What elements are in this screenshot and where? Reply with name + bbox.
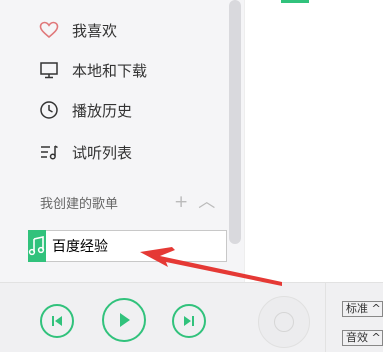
play-button[interactable] — [102, 298, 146, 342]
disc-center — [274, 312, 294, 332]
previous-track-button[interactable] — [40, 304, 74, 338]
next-track-button[interactable] — [172, 304, 206, 338]
created-playlists-title: 我创建的歌单 — [40, 197, 119, 212]
sidebar-item-trial-list[interactable]: 试听列表 — [38, 140, 132, 164]
music-app-window: 我喜欢 本地和下载 播放历史 试听列表 我创建的歌单 + ︿ 百度经验 标准 ^… — [0, 0, 383, 352]
next-icon — [184, 316, 194, 326]
player-bar: 标准 ^ 音效 ^ — [0, 282, 383, 352]
playlist-section-actions: + ︿ — [174, 192, 215, 212]
divider — [325, 283, 326, 352]
clock-icon — [38, 99, 60, 121]
main-content-area — [244, 0, 383, 282]
active-tab-indicator — [281, 0, 309, 3]
music-note-icon — [28, 230, 46, 262]
sidebar-item-label: 播放历史 — [72, 101, 133, 120]
sidebar-scrollbar[interactable] — [229, 0, 241, 244]
monitor-icon — [38, 59, 60, 81]
heart-icon — [38, 19, 60, 41]
new-playlist-row — [28, 230, 227, 262]
sidebar: 我喜欢 本地和下载 播放历史 试听列表 我创建的歌单 + ︿ — [0, 0, 244, 282]
play-icon — [120, 313, 130, 327]
sidebar-item-label: 本地和下载 — [72, 61, 148, 80]
sound-effect-button[interactable]: 音效 ^ — [342, 330, 383, 346]
sidebar-item-play-history[interactable]: 播放历史 — [38, 98, 132, 122]
playlist-icon — [38, 141, 60, 163]
sidebar-item-local-downloads[interactable]: 本地和下载 — [38, 58, 147, 82]
sidebar-item-label: 我喜欢 — [72, 21, 118, 40]
sound-quality-button[interactable]: 标准 ^ — [342, 301, 383, 317]
collapse-section-button[interactable]: ︿ — [198, 192, 215, 212]
previous-icon — [52, 316, 62, 326]
sidebar-item-label: 试听列表 — [72, 143, 133, 162]
add-playlist-button[interactable]: + — [174, 192, 188, 212]
sidebar-item-my-favorites[interactable]: 我喜欢 — [38, 18, 117, 42]
new-playlist-name-input[interactable] — [46, 230, 227, 262]
album-cover[interactable] — [258, 296, 310, 348]
